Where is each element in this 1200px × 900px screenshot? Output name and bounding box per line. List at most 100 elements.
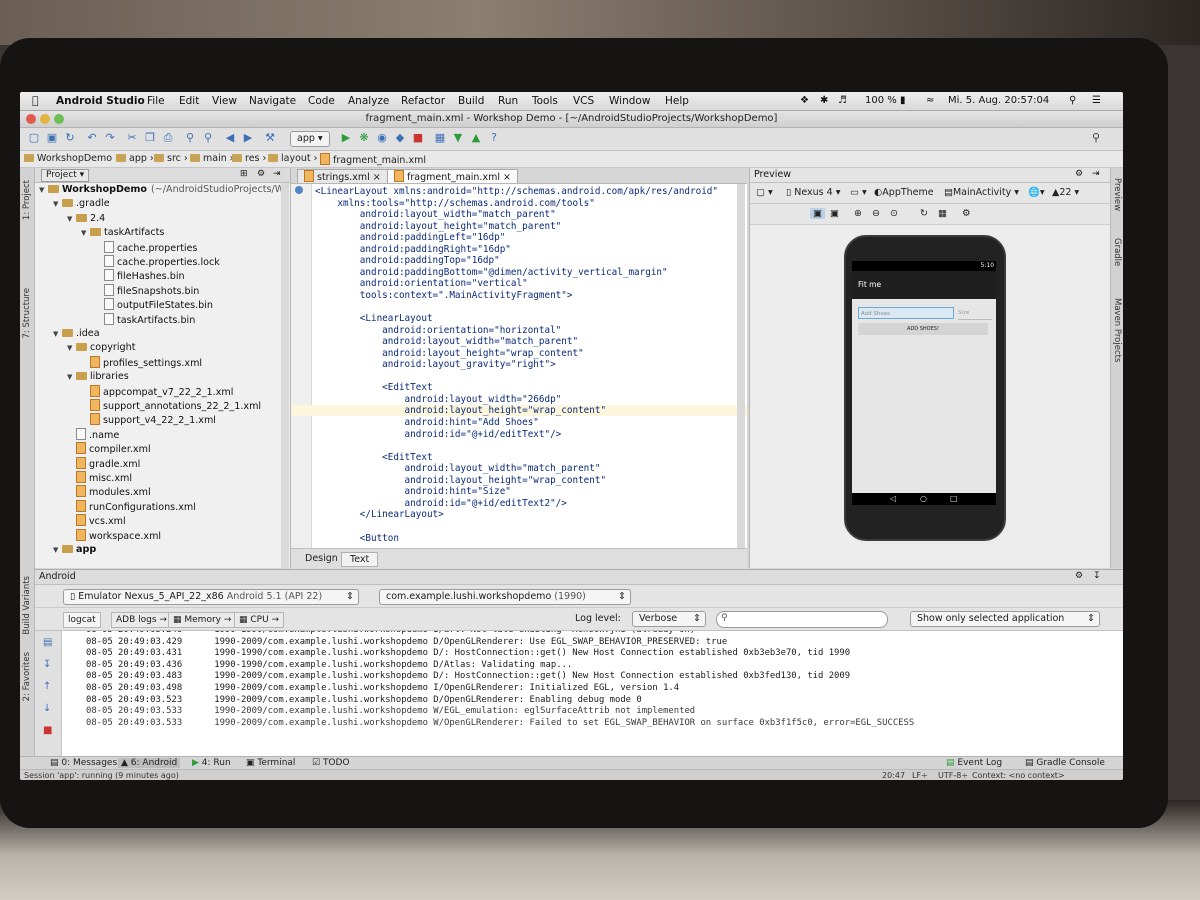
tree-node[interactable]: vcs.xml <box>67 514 126 528</box>
tree-node[interactable]: ▼ copyright <box>67 341 135 355</box>
sync-icon[interactable]: ↻ <box>64 132 76 144</box>
locale-selector[interactable]: 🌐▾ <box>1028 187 1045 198</box>
chevron-down-icon[interactable]: ▼ <box>53 327 62 341</box>
code-line[interactable]: android:layout_width="match_parent" <box>315 209 556 221</box>
tree-node[interactable]: misc.xml <box>67 471 132 485</box>
tab-design[interactable]: Design <box>297 552 346 565</box>
logcat-output[interactable]: 08-05 20:49:03.248 1990-1990/com.example… <box>62 631 1123 757</box>
tab-cpu[interactable]: ▦ CPU → <box>234 612 285 628</box>
menu-vcs[interactable]: VCS <box>573 95 594 107</box>
android-monitor-icon[interactable]: ▲ <box>470 132 482 144</box>
sdk-manager-icon[interactable]: ▼ <box>452 132 464 144</box>
tree-node[interactable]: ▼ .gradle <box>53 197 110 211</box>
bluetooth-icon[interactable]: ✱ <box>820 95 828 106</box>
tool-terminal-button[interactable]: ▣ Terminal <box>246 758 295 768</box>
tool-event-log-button[interactable]: ▤ Event Log <box>946 758 1002 768</box>
run-icon[interactable]: ▶ <box>340 132 352 144</box>
run-configuration-dropdown[interactable]: app ▾ <box>290 131 330 147</box>
device-selector[interactable]: ▯ Nexus 4 ▾ <box>786 187 841 198</box>
hide-panel-icon[interactable]: ⇥ <box>273 169 281 179</box>
tool-build-variants-tab[interactable]: Build Variants <box>22 576 32 635</box>
tab-adb-logs[interactable]: ADB logs → <box>111 612 172 628</box>
tool-run-button[interactable]: ▶ 4: Run <box>192 758 231 768</box>
tab-memory[interactable]: ▦ Memory → <box>168 612 237 628</box>
replace-icon[interactable]: ⚲ <box>202 132 214 144</box>
file-encoding[interactable]: UTF-8÷ <box>938 770 968 780</box>
code-line[interactable]: </LinearLayout> <box>315 509 444 521</box>
code-line[interactable]: android:id="@+id/editText"/> <box>315 429 562 441</box>
editor-scrollbar[interactable] <box>737 184 745 548</box>
line-separator[interactable]: LF÷ <box>912 770 928 780</box>
log-line[interactable]: 08-05 20:49:03.431 1990-1990/com.example… <box>86 648 850 660</box>
preview-hide-icon[interactable]: ⇥ <box>1092 169 1100 179</box>
tree-node[interactable]: ▼ taskArtifacts <box>81 226 164 240</box>
search-everywhere-icon[interactable]: ⚲ <box>1090 132 1102 144</box>
log-level-dropdown[interactable]: Verbose ⇕ <box>632 611 706 627</box>
preview-settings-icon[interactable]: ⚙ <box>1075 169 1083 179</box>
chevron-down-icon[interactable]: ▼ <box>67 341 76 355</box>
tree-node[interactable]: ▼ libraries <box>67 370 129 384</box>
volume-icon[interactable]: ♬ <box>838 95 847 106</box>
tree-node[interactable]: fileSnapshots.bin <box>95 283 199 298</box>
tree-node[interactable]: fileHashes.bin <box>95 269 185 283</box>
forward-icon[interactable]: ▶ <box>242 132 254 144</box>
code-line[interactable]: android:paddingTop="16dp" <box>315 255 500 267</box>
tree-node[interactable]: cache.properties <box>95 240 197 255</box>
tree-node[interactable]: .name <box>67 427 119 442</box>
close-tab-icon[interactable]: × <box>373 172 381 183</box>
code-line[interactable]: android:layout_height="wrap_content" <box>315 475 607 487</box>
help-icon[interactable]: ? <box>488 132 500 144</box>
avd-manager-icon[interactable]: ▦ <box>434 132 446 144</box>
menu-app-name[interactable]: Android Studio <box>56 95 145 107</box>
tree-node[interactable]: runConfigurations.xml <box>67 499 196 514</box>
crumb-project[interactable]: WorkshopDemo › <box>24 153 119 164</box>
crumb-file[interactable]: fragment_main.xml <box>320 153 426 166</box>
gutter-marker-icon[interactable] <box>295 186 303 194</box>
tree-node[interactable]: ▼ WorkshopDemo (~/AndroidStudioProjects/Wo… <box>39 183 290 197</box>
code-line[interactable]: android:hint="Size" <box>315 486 511 498</box>
spotlight-icon[interactable]: ⚲ <box>1069 95 1076 106</box>
code-line[interactable]: android:paddingLeft="16dp" <box>315 232 506 244</box>
device-dropdown[interactable]: ▯ Emulator Nexus_5_API_22_x86 Android 5.… <box>63 589 359 605</box>
menu-file[interactable]: File <box>147 95 165 107</box>
code-line[interactable]: android:paddingBottom="@dimen/activity_v… <box>315 267 668 279</box>
redo-icon[interactable]: ↷ <box>104 132 116 144</box>
menu-analyze[interactable]: Analyze <box>348 95 389 107</box>
tool-todo-button[interactable]: ☑ TODO <box>312 758 350 768</box>
menu-navigate[interactable]: Navigate <box>249 95 296 107</box>
tree-node[interactable]: modules.xml <box>67 485 151 499</box>
battery-percent[interactable]: 100 % <box>865 95 897 106</box>
menubar-clock[interactable]: Mi. 5. Aug. 20:57:04 <box>948 95 1049 106</box>
code-line[interactable]: android:layout_width="266dp" <box>315 394 562 406</box>
crumb-app[interactable]: app › <box>116 153 154 164</box>
tool-gradle-tab[interactable]: Gradle <box>1112 238 1122 266</box>
tab-strings-xml[interactable]: strings.xml × <box>297 169 388 183</box>
cut-icon[interactable]: ✂ <box>126 132 138 144</box>
code-line[interactable]: <LinearLayout <box>315 313 433 325</box>
wifi-icon[interactable]: ≈ <box>926 95 934 106</box>
chevron-down-icon[interactable]: ▼ <box>67 212 76 226</box>
tool-preview-tab[interactable]: Preview <box>1112 178 1122 211</box>
crumb-res[interactable]: res › <box>232 153 266 164</box>
tree-node[interactable]: cache.properties.lock <box>95 255 220 269</box>
log-line[interactable]: 08-05 20:49:03.533 1990-2009/com.example… <box>86 706 695 718</box>
tool-favorites-tab[interactable]: 2: Favorites <box>22 652 32 701</box>
tree-node[interactable]: compiler.xml <box>67 442 151 456</box>
tab-text[interactable]: Text <box>341 552 379 567</box>
log-line[interactable]: 08-05 20:49:03.533 1990-2009/com.example… <box>86 718 914 730</box>
logcat-search-input[interactable]: ⚲ <box>716 611 888 628</box>
crumb-layout[interactable]: layout › <box>268 153 317 164</box>
menu-tools[interactable]: Tools <box>532 95 558 107</box>
tool-project-tab[interactable]: 1: Project <box>22 180 32 220</box>
crumb-src[interactable]: src › <box>154 153 188 164</box>
android-settings-icon[interactable]: ⚙ <box>1075 571 1083 581</box>
zoom-reset-icon[interactable]: ⊙ <box>890 208 898 219</box>
tree-node[interactable]: support_v4_22_2_1.xml <box>81 413 216 427</box>
code-line[interactable]: android:layout_height="match_parent" <box>315 221 562 233</box>
tree-node[interactable]: ▼ app <box>53 543 96 557</box>
preview-options-icon[interactable]: ⚙ <box>962 208 971 219</box>
code-line[interactable]: <EditText <box>315 382 432 394</box>
nav-back-icon[interactable]: ◁ <box>890 493 896 505</box>
menu-edit[interactable]: Edit <box>179 95 199 107</box>
tree-node[interactable]: gradle.xml <box>67 456 140 471</box>
